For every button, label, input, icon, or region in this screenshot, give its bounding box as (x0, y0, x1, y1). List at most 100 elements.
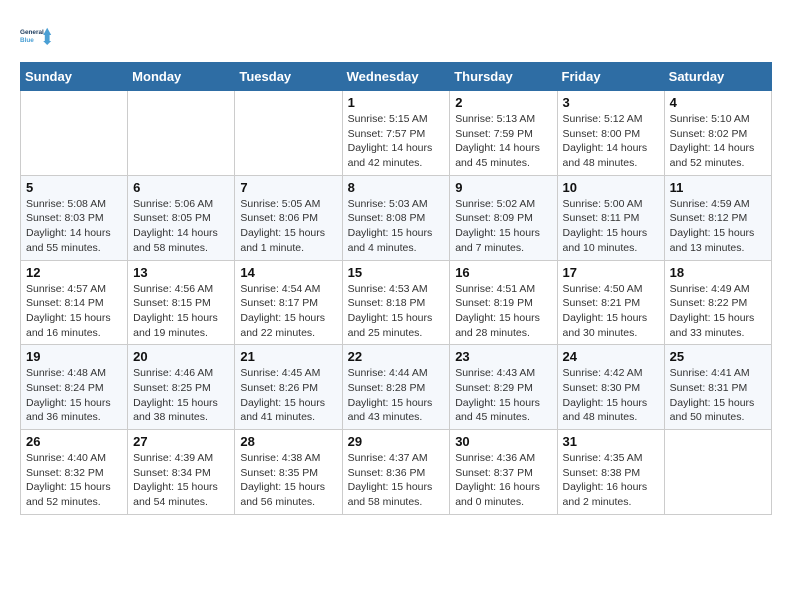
weekday-header: Monday (128, 63, 235, 91)
calendar-cell: 20 Sunrise: 4:46 AM Sunset: 8:25 PM Dayli… (128, 345, 235, 430)
day-info: Sunrise: 4:48 AM Sunset: 8:24 PM Dayligh… (26, 366, 122, 425)
calendar-cell: 7 Sunrise: 5:05 AM Sunset: 8:06 PM Daylig… (235, 175, 342, 260)
day-info: Sunrise: 5:08 AM Sunset: 8:03 PM Dayligh… (26, 197, 122, 256)
calendar-week-row: 26 Sunrise: 4:40 AM Sunset: 8:32 PM Dayli… (21, 430, 772, 515)
day-info: Sunrise: 4:42 AM Sunset: 8:30 PM Dayligh… (563, 366, 659, 425)
calendar-cell (664, 430, 771, 515)
weekday-header: Wednesday (342, 63, 450, 91)
day-number: 19 (26, 349, 122, 364)
day-number: 14 (240, 265, 336, 280)
day-info: Sunrise: 4:45 AM Sunset: 8:26 PM Dayligh… (240, 366, 336, 425)
calendar-header-row: SundayMondayTuesdayWednesdayThursdayFrid… (21, 63, 772, 91)
logo-icon: GeneralBlue (20, 20, 52, 52)
day-number: 21 (240, 349, 336, 364)
calendar-cell (235, 91, 342, 176)
calendar-cell: 11 Sunrise: 4:59 AM Sunset: 8:12 PM Dayli… (664, 175, 771, 260)
day-number: 1 (348, 95, 445, 110)
day-number: 7 (240, 180, 336, 195)
calendar-cell: 9Sunrise: 5:02 AM Sunset: 8:09 PM Daylig… (450, 175, 557, 260)
calendar-cell: 29Sunrise: 4:37 AM Sunset: 8:36 PM Dayli… (342, 430, 450, 515)
calendar-cell: 2 Sunrise: 5:13 AM Sunset: 7:59 PM Daylig… (450, 91, 557, 176)
calendar-cell: 12 Sunrise: 4:57 AM Sunset: 8:14 PM Dayli… (21, 260, 128, 345)
calendar-week-row: 1 Sunrise: 5:15 AM Sunset: 7:57 PM Daylig… (21, 91, 772, 176)
day-info: Sunrise: 5:13 AM Sunset: 7:59 PM Dayligh… (455, 112, 551, 171)
svg-text:Blue: Blue (20, 37, 34, 44)
day-info: Sunrise: 4:51 AM Sunset: 8:19 PM Dayligh… (455, 282, 551, 341)
day-info: Sunrise: 5:06 AM Sunset: 8:05 PM Dayligh… (133, 197, 229, 256)
day-number: 26 (26, 434, 122, 449)
day-info: Sunrise: 5:12 AM Sunset: 8:00 PM Dayligh… (563, 112, 659, 171)
day-number: 2 (455, 95, 551, 110)
calendar-cell: 24 Sunrise: 4:42 AM Sunset: 8:30 PM Dayli… (557, 345, 664, 430)
calendar-week-row: 19 Sunrise: 4:48 AM Sunset: 8:24 PM Dayli… (21, 345, 772, 430)
calendar-cell: 22Sunrise: 4:44 AM Sunset: 8:28 PM Dayli… (342, 345, 450, 430)
day-info: Sunrise: 4:53 AM Sunset: 8:18 PM Dayligh… (348, 282, 445, 341)
day-info: Sunrise: 4:44 AM Sunset: 8:28 PM Dayligh… (348, 366, 445, 425)
day-info: Sunrise: 4:50 AM Sunset: 8:21 PM Dayligh… (563, 282, 659, 341)
day-info: Sunrise: 4:49 AM Sunset: 8:22 PM Dayligh… (670, 282, 766, 341)
calendar-cell: 14 Sunrise: 4:54 AM Sunset: 8:17 PM Dayli… (235, 260, 342, 345)
calendar-cell: 28 Sunrise: 4:38 AM Sunset: 8:35 PM Dayli… (235, 430, 342, 515)
calendar-cell: 23Sunrise: 4:43 AM Sunset: 8:29 PM Dayli… (450, 345, 557, 430)
calendar-cell: 25 Sunrise: 4:41 AM Sunset: 8:31 PM Dayli… (664, 345, 771, 430)
calendar-cell: 30Sunrise: 4:36 AM Sunset: 8:37 PM Dayli… (450, 430, 557, 515)
day-info: Sunrise: 4:38 AM Sunset: 8:35 PM Dayligh… (240, 451, 336, 510)
day-number: 15 (348, 265, 445, 280)
svg-text:General: General (20, 29, 44, 36)
calendar-cell: 18 Sunrise: 4:49 AM Sunset: 8:22 PM Dayli… (664, 260, 771, 345)
day-info: Sunrise: 4:59 AM Sunset: 8:12 PM Dayligh… (670, 197, 766, 256)
day-number: 8 (348, 180, 445, 195)
day-number: 6 (133, 180, 229, 195)
day-number: 27 (133, 434, 229, 449)
day-number: 3 (563, 95, 659, 110)
calendar-cell: 1 Sunrise: 5:15 AM Sunset: 7:57 PM Daylig… (342, 91, 450, 176)
day-info: Sunrise: 4:43 AM Sunset: 8:29 PM Dayligh… (455, 366, 551, 425)
day-info: Sunrise: 4:41 AM Sunset: 8:31 PM Dayligh… (670, 366, 766, 425)
calendar-cell: 16 Sunrise: 4:51 AM Sunset: 8:19 PM Dayli… (450, 260, 557, 345)
day-number: 28 (240, 434, 336, 449)
weekday-header: Tuesday (235, 63, 342, 91)
day-number: 11 (670, 180, 766, 195)
day-number: 24 (563, 349, 659, 364)
calendar-cell: 19 Sunrise: 4:48 AM Sunset: 8:24 PM Dayli… (21, 345, 128, 430)
day-number: 31 (563, 434, 659, 449)
day-info: Sunrise: 4:46 AM Sunset: 8:25 PM Dayligh… (133, 366, 229, 425)
calendar-cell: 8 Sunrise: 5:03 AM Sunset: 8:08 PM Daylig… (342, 175, 450, 260)
day-info: Sunrise: 4:57 AM Sunset: 8:14 PM Dayligh… (26, 282, 122, 341)
day-info: Sunrise: 4:37 AM Sunset: 8:36 PM Dayligh… (348, 451, 445, 510)
day-info: Sunrise: 4:35 AM Sunset: 8:38 PM Dayligh… (563, 451, 659, 510)
day-number: 5 (26, 180, 122, 195)
day-info: Sunrise: 5:15 AM Sunset: 7:57 PM Dayligh… (348, 112, 445, 171)
day-info: Sunrise: 5:05 AM Sunset: 8:06 PM Dayligh… (240, 197, 336, 256)
day-info: Sunrise: 4:39 AM Sunset: 8:34 PM Dayligh… (133, 451, 229, 510)
weekday-header: Sunday (21, 63, 128, 91)
day-number: 16 (455, 265, 551, 280)
day-number: 10 (563, 180, 659, 195)
day-number: 20 (133, 349, 229, 364)
calendar-cell: 5 Sunrise: 5:08 AM Sunset: 8:03 PM Daylig… (21, 175, 128, 260)
day-info: Sunrise: 4:40 AM Sunset: 8:32 PM Dayligh… (26, 451, 122, 510)
day-number: 17 (563, 265, 659, 280)
page-header: GeneralBlue (20, 20, 772, 52)
calendar-week-row: 5 Sunrise: 5:08 AM Sunset: 8:03 PM Daylig… (21, 175, 772, 260)
day-info: Sunrise: 5:02 AM Sunset: 8:09 PM Dayligh… (455, 197, 551, 256)
day-info: Sunrise: 5:03 AM Sunset: 8:08 PM Dayligh… (348, 197, 445, 256)
calendar-cell: 10 Sunrise: 5:00 AM Sunset: 8:11 PM Dayli… (557, 175, 664, 260)
day-number: 18 (670, 265, 766, 280)
calendar-table: SundayMondayTuesdayWednesdayThursdayFrid… (20, 62, 772, 515)
calendar-cell: 21 Sunrise: 4:45 AM Sunset: 8:26 PM Dayli… (235, 345, 342, 430)
calendar-cell (21, 91, 128, 176)
day-number: 25 (670, 349, 766, 364)
weekday-header: Saturday (664, 63, 771, 91)
logo: GeneralBlue (20, 20, 52, 52)
day-info: Sunrise: 5:10 AM Sunset: 8:02 PM Dayligh… (670, 112, 766, 171)
day-info: Sunrise: 4:54 AM Sunset: 8:17 PM Dayligh… (240, 282, 336, 341)
weekday-header: Friday (557, 63, 664, 91)
calendar-cell: 4 Sunrise: 5:10 AM Sunset: 8:02 PM Daylig… (664, 91, 771, 176)
day-number: 30 (455, 434, 551, 449)
day-number: 4 (670, 95, 766, 110)
day-number: 12 (26, 265, 122, 280)
calendar-cell: 13Sunrise: 4:56 AM Sunset: 8:15 PM Dayli… (128, 260, 235, 345)
calendar-cell: 17 Sunrise: 4:50 AM Sunset: 8:21 PM Dayli… (557, 260, 664, 345)
day-info: Sunrise: 5:00 AM Sunset: 8:11 PM Dayligh… (563, 197, 659, 256)
